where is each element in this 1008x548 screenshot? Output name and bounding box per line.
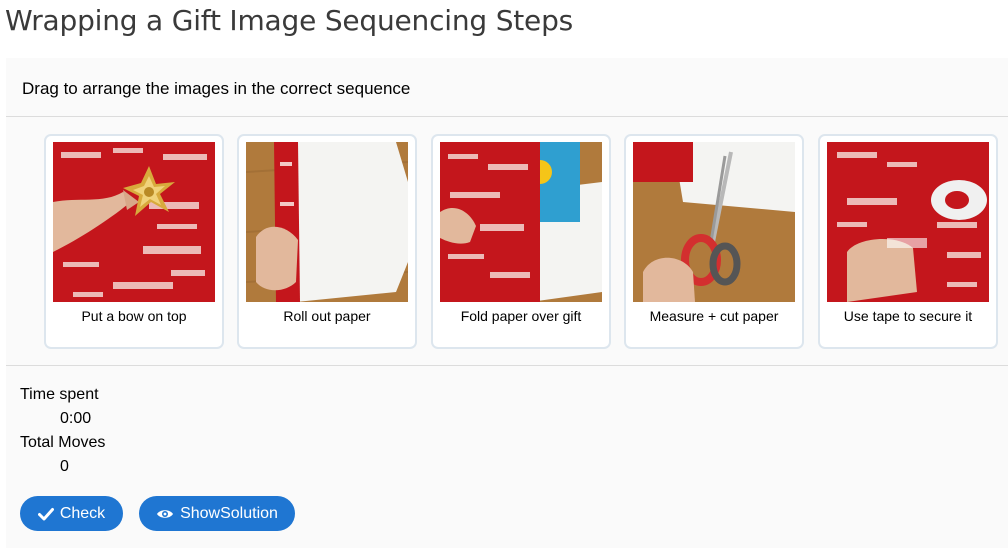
roll-paper-photo	[246, 142, 408, 302]
show-solution-label: ShowSolution	[180, 504, 278, 522]
check-button[interactable]: Check	[20, 496, 123, 531]
show-solution-button[interactable]: ShowSolution	[139, 496, 295, 531]
bow-photo	[53, 142, 215, 302]
page-title: Wrapping a Gift Image Sequencing Steps	[5, 4, 574, 37]
check-label: Check	[59, 504, 106, 522]
task-header: Drag to arrange the images in the correc…	[6, 58, 1008, 117]
card-label: Roll out paper	[283, 308, 371, 324]
sequence-card-scissors[interactable]: Measure + cut paper	[624, 134, 804, 349]
total-moves-label: Total Moves	[20, 434, 106, 451]
total-moves-value: 0	[60, 458, 69, 475]
card-label: Measure + cut paper	[649, 308, 779, 324]
time-spent-value: 0:00	[60, 410, 92, 427]
sequence-card-roll[interactable]: Roll out paper	[237, 134, 417, 349]
sequence-card-fold[interactable]: Fold paper over gift	[431, 134, 611, 349]
sequencing-activity: Drag to arrange the images in the correc…	[6, 58, 1008, 548]
time-spent-label: Time spent	[20, 386, 99, 403]
fold-paper-photo	[440, 142, 602, 302]
sequence-card-tape[interactable]: Use tape to secure it	[818, 134, 998, 349]
instruction-text: Drag to arrange the images in the correc…	[22, 79, 411, 98]
scissors-photo	[633, 142, 795, 302]
card-label: Fold paper over gift	[460, 308, 582, 324]
sequence-card-bow[interactable]: Put a bow on top	[44, 134, 224, 349]
card-label: Use tape to secure it	[843, 308, 973, 324]
tape-photo	[827, 142, 989, 302]
card-list: Put a bow on top Roll out paper Fold pap…	[6, 117, 1008, 366]
card-label: Put a bow on top	[81, 308, 187, 324]
eye-icon	[156, 508, 174, 520]
checkmark-icon	[37, 507, 54, 521]
